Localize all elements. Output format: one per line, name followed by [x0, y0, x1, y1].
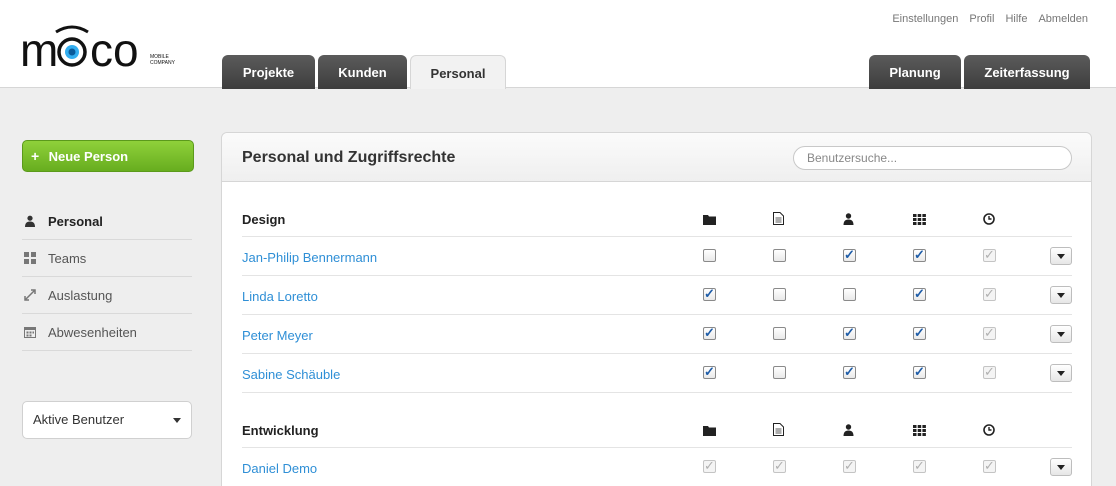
permission-checkbox[interactable]	[703, 325, 716, 341]
clock-icon	[983, 212, 995, 230]
new-person-label: Neue Person	[48, 149, 129, 164]
svg-text:co: co	[90, 24, 139, 72]
panel-title: Personal und Zugriffsrechte	[242, 149, 456, 166]
group-name: Design	[242, 212, 286, 227]
logo-subtitle: MOBILE COMPANY	[150, 54, 175, 66]
logout-link[interactable]: Abmelden	[1038, 13, 1088, 25]
person-row: Sabine Schäuble	[242, 354, 1072, 393]
user-search-input[interactable]	[793, 146, 1072, 170]
row-menu-dropdown-button[interactable]	[1050, 247, 1072, 265]
person-name-link[interactable]: Linda Loretto	[242, 289, 318, 304]
user-filter-value: Aktive Benutzer	[33, 412, 125, 427]
document-icon	[773, 212, 784, 230]
permission-checkbox[interactable]	[703, 364, 716, 380]
person-icon	[843, 212, 854, 230]
moco-logo[interactable]: m co MOBILE COMPANY	[20, 20, 180, 76]
panel-header: Personal und Zugriffsrechte	[222, 133, 1091, 182]
person-row: Jan-Philip Bennermann	[242, 237, 1072, 276]
top-links: Einstellungen Profil Hilfe Abmelden	[892, 13, 1088, 25]
person-row: Daniel Demo	[242, 448, 1072, 486]
permission-checkbox[interactable]	[843, 364, 856, 380]
permission-checkbox	[983, 364, 996, 380]
settings-link[interactable]: Einstellungen	[892, 13, 958, 25]
row-menu-dropdown-button[interactable]	[1050, 364, 1072, 382]
grid-icon	[22, 252, 48, 264]
group-header-row: Design	[242, 182, 1072, 237]
permission-checkbox[interactable]	[913, 247, 926, 263]
group-name: Entwicklung	[242, 423, 319, 438]
svg-text:m: m	[20, 24, 58, 72]
permission-checkbox[interactable]	[773, 366, 786, 379]
permission-checkbox	[983, 458, 996, 474]
help-link[interactable]: Hilfe	[1005, 13, 1027, 25]
permission-checkbox[interactable]	[843, 247, 856, 263]
plus-icon: +	[31, 148, 40, 164]
permission-checkbox[interactable]	[773, 249, 786, 262]
permission-checkbox[interactable]	[913, 286, 926, 302]
permission-checkbox	[983, 286, 996, 302]
sidebar-nav: Personal Teams Auslastung Abwesenheiten	[22, 203, 192, 351]
sidebar-item-label: Teams	[48, 250, 87, 266]
row-menu-dropdown-button[interactable]	[1050, 458, 1072, 476]
calendar-icon	[22, 326, 48, 338]
row-menu-dropdown-button[interactable]	[1050, 286, 1072, 304]
group-header-row: Entwicklung	[242, 393, 1072, 448]
sidebar-item-auslastung[interactable]: Auslastung	[22, 277, 192, 314]
permission-checkbox[interactable]	[703, 286, 716, 302]
permissions-table: Design Jan-Philip Bennermann Linda Loretto…	[242, 182, 1072, 486]
permission-checkbox[interactable]	[703, 249, 716, 262]
profile-link[interactable]: Profil	[969, 13, 994, 25]
permission-checkbox	[843, 458, 856, 474]
personnel-panel: Personal und Zugriffsrechte Design Jan-Ph…	[221, 132, 1092, 486]
tab-planung[interactable]: Planung	[869, 55, 961, 89]
permission-checkbox	[983, 325, 996, 341]
sidebar-item-label: Abwesenheiten	[48, 324, 137, 340]
sidebar-item-label: Auslastung	[48, 287, 113, 303]
permission-checkbox[interactable]	[913, 364, 926, 380]
user-filter-select[interactable]: Aktive Benutzer	[22, 401, 192, 439]
permission-checkbox[interactable]	[843, 288, 856, 301]
folder-icon	[703, 212, 716, 230]
grid-icon	[913, 212, 926, 230]
sidebar-item-label: Personal	[48, 213, 103, 229]
permission-checkbox[interactable]	[773, 327, 786, 340]
sidebar-item-personal[interactable]: Personal	[22, 203, 192, 240]
person-name-link[interactable]: Jan-Philip Bennermann	[242, 250, 377, 265]
person-icon	[843, 423, 854, 441]
sidebar-item-teams[interactable]: Teams	[22, 240, 192, 277]
person-row: Linda Loretto	[242, 276, 1072, 315]
expand-arrows-icon	[22, 289, 48, 301]
folder-icon	[703, 423, 716, 441]
sidebar-item-abwesenheiten[interactable]: Abwesenheiten	[22, 314, 192, 351]
tab-zeiterfassung[interactable]: Zeiterfassung	[964, 55, 1090, 89]
permission-checkbox[interactable]	[843, 325, 856, 341]
permission-checkbox	[913, 458, 926, 474]
grid-icon	[913, 423, 926, 441]
person-name-link[interactable]: Peter Meyer	[242, 328, 313, 343]
clock-icon	[983, 423, 995, 441]
tab-personal[interactable]: Personal	[410, 55, 506, 89]
caret-down-icon	[173, 418, 181, 423]
row-menu-dropdown-button[interactable]	[1050, 325, 1072, 343]
person-name-link[interactable]: Daniel Demo	[242, 461, 317, 476]
document-icon	[773, 423, 784, 441]
person-name-link[interactable]: Sabine Schäuble	[242, 367, 340, 382]
permission-checkbox[interactable]	[773, 288, 786, 301]
permission-checkbox	[983, 247, 996, 263]
permission-checkbox[interactable]	[913, 325, 926, 341]
permission-checkbox	[773, 458, 786, 474]
person-icon	[22, 215, 48, 227]
tab-projekte[interactable]: Projekte	[222, 55, 315, 89]
new-person-button[interactable]: + Neue Person	[22, 140, 194, 172]
tab-kunden[interactable]: Kunden	[318, 55, 407, 89]
app-header: m co MOBILE COMPANY Einstellungen Profil…	[0, 0, 1116, 89]
person-row: Peter Meyer	[242, 315, 1072, 354]
permission-checkbox	[703, 458, 716, 474]
